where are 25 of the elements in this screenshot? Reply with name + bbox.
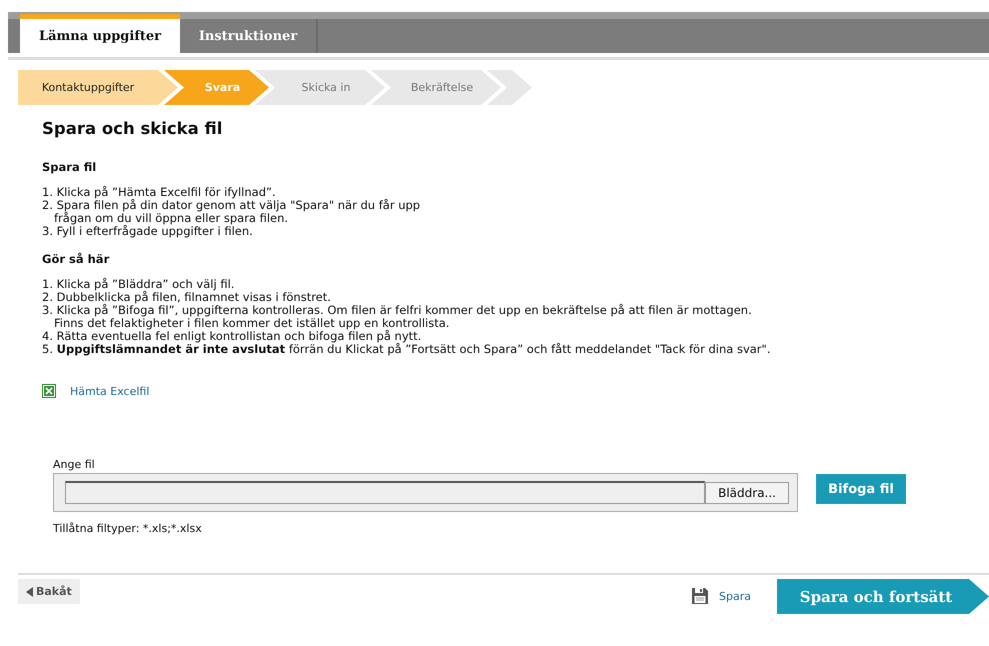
page-heading: Spara och skicka fil — [42, 119, 224, 138]
instruction-text: 2. Dubbelklicka på filen, filnamnet visas i fönstret. — [42, 291, 332, 304]
instruction-text: 1. Klicka på ”Hämta Excelfil för ifyllnad”. — [42, 186, 277, 199]
back-button[interactable]: Bakåt — [18, 579, 80, 604]
instruction-text: 5. Uppgiftslämnandet är inte avslutat förrän du Klickat på ”Fortsätt och Spara” och fått meddelandet "Tack för dina svar". — [42, 343, 772, 356]
instruction-text: 1. Klicka på ”Bläddra” och välj fil. — [42, 278, 236, 291]
step: Svara — [164, 70, 269, 105]
tab[interactable]: Lämna uppgifter — [20, 14, 180, 53]
attach-button[interactable]: Bifoga fil — [816, 474, 906, 504]
instruction-text: 2. Spara filen på din dator genom att välja "Spara" när du får upp frågan om du vill öppna eller spara filen. — [42, 199, 422, 225]
section-heading: Spara fil — [42, 160, 98, 174]
download-link[interactable]: Hämta Excelfil — [70, 384, 150, 398]
spreadsheet-icon — [42, 384, 56, 398]
tab[interactable]: Instruktioner — [180, 19, 318, 53]
instruction-text: 3. Fyll i efterfrågade uppgifter i filen. — [42, 225, 253, 238]
field-label: Ange fil — [53, 458, 96, 471]
left-arrow-icon — [26, 586, 33, 596]
instruction-text: 3. Klicka på ”Bifoga fil”, uppgifterna kontrolleras. Om filen är felfri kommer det upp en bekräftelse på att filen är mottagen. Finns det felaktigheter i filen kommer det istället upp en kontrollista. — [42, 304, 753, 330]
instruction-text: 4. Rätta eventuella fel enligt kontrollistan och bifoga filen på nytt. — [42, 330, 422, 343]
continue-button[interactable]: Spara och fortsätt — [777, 579, 989, 614]
save-link[interactable]: Spara — [719, 590, 751, 602]
file-input-field[interactable]: Bläddra... — [53, 473, 798, 512]
allowed-types-text: Tillåtna filtyper: *.xls;*.xlsx — [53, 522, 203, 535]
step: Kontaktuppgifter — [18, 70, 178, 105]
section-heading: Gör så här — [42, 252, 110, 266]
